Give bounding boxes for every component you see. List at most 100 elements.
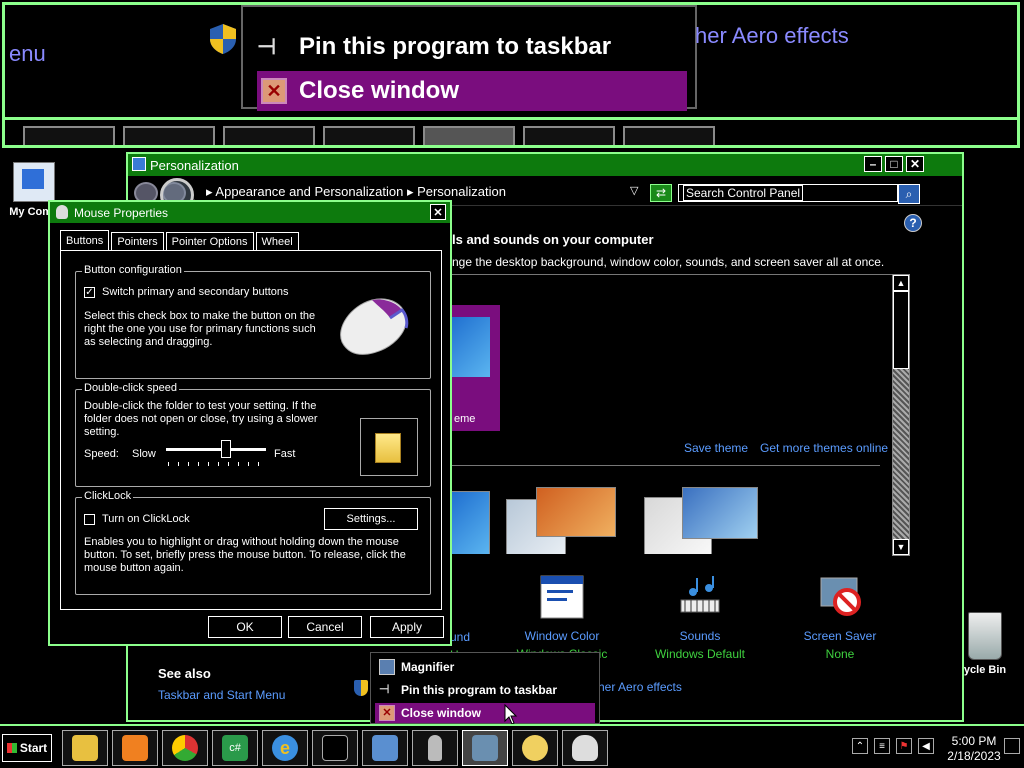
magnified-pin-label: Pin this program to taskbar [299, 33, 612, 60]
show-desktop-button[interactable] [1004, 738, 1020, 754]
get-more-themes-link[interactable]: Get more themes online [760, 441, 888, 455]
shield-icon [354, 680, 368, 696]
desktop-background-label[interactable]: und [450, 630, 470, 644]
action-center-icon[interactable]: ⚑ [896, 738, 912, 754]
magnified-close-item: ✕ Close window [257, 71, 687, 111]
taskbar-speech[interactable] [412, 730, 458, 766]
taskbar-explorer[interactable] [62, 730, 108, 766]
control-panel-icon [372, 735, 398, 761]
ok-button[interactable]: OK [208, 616, 282, 638]
cancel-button[interactable]: Cancel [288, 616, 362, 638]
tab-wheel[interactable]: Wheel [255, 232, 299, 250]
taskbar-narrator[interactable] [512, 730, 558, 766]
menu-item-label: Pin this program to taskbar [401, 683, 558, 697]
start-label: Start [19, 741, 48, 755]
page-heading: ls and sounds on your computer [452, 232, 654, 247]
breadcrumb[interactable]: ▸ Appearance and Personalization ▸ Perso… [206, 184, 506, 200]
test-folder-area[interactable] [360, 418, 418, 476]
switch-buttons-checkbox[interactable]: ✓ [84, 287, 95, 298]
search-input[interactable]: Search Control Panel [678, 184, 898, 202]
switch-buttons-label[interactable]: Switch primary and secondary buttons [102, 286, 288, 299]
taskbar-context-menu: Magnifier ⊣ Pin this program to taskbar … [370, 652, 600, 724]
chevron-down-icon[interactable]: ▽ [630, 184, 638, 197]
taskbar-magnifier[interactable] [462, 730, 508, 766]
folder-icon [72, 735, 98, 761]
theme-scrollbar[interactable]: ▲ ▼ [892, 274, 910, 556]
menu-item-magnifier[interactable]: Magnifier [375, 657, 595, 677]
chevron-up-icon[interactable]: ⌃ [852, 738, 868, 754]
apply-button[interactable]: Apply [370, 616, 444, 638]
minimize-button[interactable]: – [864, 156, 882, 172]
screen-saver-value: None [825, 647, 855, 661]
speed-slow-label: Slow [132, 448, 156, 460]
clicklock-checkbox[interactable] [84, 514, 95, 525]
speed-slider-track[interactable] [166, 448, 266, 451]
clicklock-group: ClickLock Turn on ClickLock Settings... … [75, 490, 431, 595]
sounds-item[interactable]: Sounds Windows Default [640, 574, 760, 661]
mouse-icon [56, 205, 68, 219]
dialog-title: Mouse Properties [74, 205, 169, 220]
save-theme-link[interactable]: Save theme [684, 441, 748, 455]
help-icon[interactable]: ? [904, 214, 922, 232]
theme-list: eme Save theme Get more themes online [450, 274, 910, 554]
cmd-icon [322, 735, 348, 761]
magnified-taskbar-button [23, 126, 115, 145]
folder-icon[interactable] [375, 433, 401, 463]
tab-pointers[interactable]: Pointers [111, 232, 164, 250]
close-button[interactable]: ✕ [906, 156, 924, 172]
window-color-label: Window Color [524, 629, 600, 643]
taskbar-start-menu-link[interactable]: Taskbar and Start Menu [158, 688, 285, 702]
maximize-button[interactable]: □ [885, 156, 903, 172]
taskbar-control-panel[interactable] [362, 730, 408, 766]
aero-effects-link[interactable]: her Aero effects [598, 680, 682, 694]
magnified-pin-item: ⊣ Pin this program to taskbar [257, 27, 611, 67]
personalization-title-bar[interactable]: Personalization [128, 154, 962, 176]
theme-tile[interactable] [682, 487, 758, 539]
magnifier-right-text: her Aero effects [695, 23, 849, 48]
refresh-button[interactable]: ⇄ [650, 184, 672, 202]
system-clock[interactable]: 5:00 PM 2/18/2023 [944, 734, 1004, 764]
theme-tile[interactable] [450, 491, 490, 554]
clicklock-label[interactable]: Turn on ClickLock [102, 513, 190, 526]
magnified-taskbar-button [123, 126, 215, 145]
windows-logo-icon [6, 743, 17, 753]
tab-buttons[interactable]: Buttons [60, 230, 110, 250]
volume-icon[interactable]: ◀ [918, 738, 934, 754]
system-tray: ⌃ ≡ ⚑ ◀ [852, 738, 934, 754]
taskbar-csharp[interactable]: c# [212, 730, 258, 766]
close-button[interactable]: ✕ [430, 204, 446, 220]
ie-icon: e [272, 735, 298, 761]
window-color-item[interactable]: Window Color Windows Classic [502, 574, 622, 661]
theme-tile-selected[interactable]: eme [450, 305, 500, 431]
search-placeholder: Search Control Panel [683, 185, 804, 201]
taskbar-command-prompt[interactable] [312, 730, 358, 766]
scroll-thumb[interactable] [893, 291, 909, 369]
network-icon[interactable]: ≡ [874, 738, 890, 754]
screen-saver-item[interactable]: Screen Saver None [780, 574, 900, 661]
taskbar: Start c# e ⌃ ≡ ⚑ ◀ 5:00 PM 2/18/2023 [0, 724, 1024, 768]
taskbar-mouse[interactable] [562, 730, 608, 766]
search-icon[interactable]: ⌕ [898, 184, 920, 204]
speed-slider-ticks [168, 462, 264, 466]
speed-fast-label: Fast [274, 448, 296, 460]
group-title: Button configuration [82, 264, 184, 276]
taskbar-chrome[interactable] [162, 730, 208, 766]
media-player-icon [122, 735, 148, 761]
clock-time: 5:00 PM [951, 734, 997, 748]
menu-item-pin[interactable]: ⊣ Pin this program to taskbar [375, 680, 595, 700]
taskbar-internet-explorer[interactable]: e [262, 730, 308, 766]
tab-pointer-options[interactable]: Pointer Options [165, 232, 254, 250]
theme-tile[interactable] [536, 487, 616, 537]
shield-icon [210, 24, 236, 54]
taskbar-media-player[interactable] [112, 730, 158, 766]
start-button[interactable]: Start [2, 734, 52, 762]
speed-slider-thumb[interactable] [221, 440, 231, 458]
group-title: Double-click speed [82, 382, 179, 394]
scroll-up-icon[interactable]: ▲ [893, 275, 909, 291]
magnified-taskbar-button [223, 126, 315, 145]
clicklock-settings-button[interactable]: Settings... [324, 508, 418, 530]
menu-item-close-window[interactable]: ✕ Close window [375, 703, 595, 723]
dialog-title-bar[interactable]: Mouse Properties [50, 202, 450, 223]
scroll-down-icon[interactable]: ▼ [893, 539, 909, 555]
menu-item-label: Close window [401, 706, 482, 720]
